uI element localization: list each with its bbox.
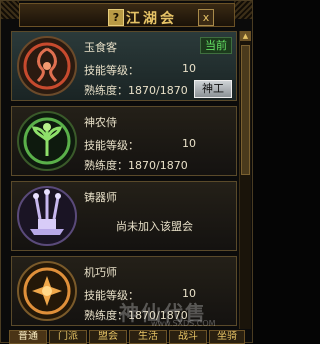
proficiency-row: 熟练度：1870/1870: [84, 159, 188, 172]
title-bar[interactable]: ? 江湖会 x: [19, 3, 235, 27]
profession-card-herbalist[interactable]: 神农侍 技能等级： 10 熟练度：1870/1870: [11, 106, 237, 176]
scroll-up-arrow-icon[interactable]: ▲: [240, 31, 251, 41]
scroll-thumb[interactable]: [241, 45, 250, 175]
herb-emblem-icon: [17, 111, 77, 171]
profession-card-chef[interactable]: 玉食客 当前 技能等级： 10 熟练度：1870/1870 神工: [11, 31, 237, 101]
forge-emblem-icon: [17, 186, 77, 246]
corner-ornament-right: [234, 1, 252, 19]
dragon-emblem-icon: [17, 36, 77, 96]
profession-name: 铸器师: [84, 191, 117, 204]
profession-card-smith[interactable]: 铸器师 尚未加入该盟会: [11, 181, 237, 251]
profession-list: 玉食客 当前 技能等级： 10 熟练度：1870/1870 神工 神农侍 技能等…: [11, 31, 237, 329]
skill-level-value: 10: [182, 62, 196, 75]
gear-emblem-icon: [17, 261, 77, 321]
proficiency-row: 熟练度：1870/1870: [84, 84, 188, 97]
profession-name: 机巧师: [84, 266, 117, 279]
skill-level-label: 技能等级：: [84, 64, 139, 77]
skill-level-row: 技能等级： 10: [84, 137, 196, 153]
bottom-tabs: 普通 门派 盟会 生活 战斗 坐骑: [9, 330, 254, 344]
skill-level-value: 10: [182, 137, 196, 150]
skill-level-label: 技能等级：: [84, 139, 139, 152]
profession-name: 神农侍: [84, 116, 117, 129]
guild-window: ? 江湖会 x 玉食客 当前 技能等级： 10 熟练度：1870/1870 神工: [0, 0, 254, 344]
scrollbar[interactable]: ▲: [239, 31, 251, 329]
close-button[interactable]: x: [198, 9, 214, 26]
tab-sect[interactable]: 门派: [49, 330, 87, 344]
window-title: 江湖会: [126, 11, 177, 27]
corner-ornament-left: [1, 1, 19, 19]
help-button[interactable]: ?: [108, 9, 124, 26]
tab-battle[interactable]: 战斗: [169, 330, 207, 344]
tab-normal[interactable]: 普通: [9, 330, 47, 344]
not-joined-status: 尚未加入该盟会: [116, 220, 193, 233]
tab-mount[interactable]: 坐骑: [209, 330, 245, 344]
rank-button[interactable]: 神工: [194, 80, 232, 98]
tab-guild[interactable]: 盟会: [89, 330, 127, 344]
profession-name: 玉食客: [84, 41, 117, 54]
tab-life[interactable]: 生活: [129, 330, 167, 344]
current-badge: 当前: [200, 37, 232, 54]
skill-level-row: 技能等级： 10: [84, 62, 196, 78]
watermark-url: www.SXDS.COM: [151, 319, 216, 328]
